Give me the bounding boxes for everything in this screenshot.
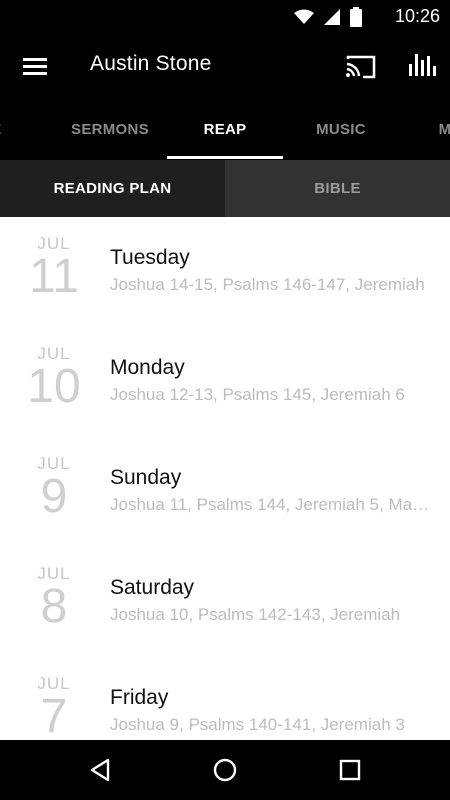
passage-text: Joshua 14-15, Psalms 146-147, Jeremiah: [110, 275, 425, 294]
weekday-label: Sunday: [110, 466, 182, 489]
home-button[interactable]: [208, 754, 242, 786]
list-item[interactable]: JUL 7 Friday Joshua 9, Psalms 140-141, J…: [0, 657, 450, 740]
reading-info: Monday Joshua 12-13, Psalms 145, Jeremia…: [110, 356, 430, 405]
battery-icon: [350, 7, 362, 31]
weekday-label: Tuesday: [110, 246, 190, 269]
recents-square-icon: [333, 759, 367, 790]
tab-music[interactable]: MUSIC: [283, 100, 399, 160]
app-title: Austin Stone: [90, 52, 212, 75]
back-triangle-icon: [83, 758, 117, 790]
reading-plan-tab[interactable]: READING PLAN: [0, 160, 225, 217]
reading-info: Tuesday Joshua 14-15, Psalms 146-147, Je…: [110, 246, 430, 295]
day-number: 7: [40, 690, 68, 741]
day-number: 10: [27, 360, 81, 413]
app-bar: Austin Stone: [0, 32, 450, 100]
passage-text: Joshua 9, Psalms 140-141, Jeremiah 3: [110, 715, 405, 734]
clock: 10:26: [394, 6, 440, 26]
date-block: JUL 7: [18, 675, 90, 741]
list-item[interactable]: JUL 9 Sunday Joshua 11, Psalms 144, Jere…: [0, 437, 450, 548]
passage-text: Joshua 12-13, Psalms 145, Jeremiah 6: [110, 385, 405, 404]
cast-icon: [343, 55, 377, 86]
active-tab-indicator: [167, 156, 283, 159]
weekday-label: Friday: [110, 686, 169, 709]
reading-info: Friday Joshua 9, Psalms 140-141, Jeremia…: [110, 686, 430, 735]
list-item[interactable]: JUL 10 Monday Joshua 12-13, Psalms 145, …: [0, 327, 450, 438]
status-bar: 10:26: [0, 0, 450, 32]
system-nav-bar: [0, 740, 450, 800]
date-block: JUL 11: [18, 235, 90, 301]
date-block: JUL 9: [18, 455, 90, 521]
signal-icon: [324, 9, 340, 29]
weekday-label: Monday: [110, 356, 185, 379]
cast-button[interactable]: [343, 50, 377, 82]
day-number: 9: [40, 470, 68, 523]
hamburger-icon: [18, 58, 52, 86]
reading-info: Saturday Joshua 10, Psalms 142-143, Jere…: [110, 576, 430, 625]
bible-tab[interactable]: BIBLE: [225, 160, 450, 217]
date-block: JUL 8: [18, 565, 90, 631]
day-number: 8: [40, 580, 68, 633]
date-block: JUL 10: [18, 345, 90, 411]
bar-chart-icon: [404, 54, 438, 86]
recents-button[interactable]: [333, 754, 367, 786]
tab-reap[interactable]: REAP: [167, 100, 283, 160]
back-button[interactable]: [83, 754, 117, 786]
menu-button[interactable]: [18, 50, 52, 82]
list-item[interactable]: JUL 8 Saturday Joshua 10, Psalms 142-143…: [0, 547, 450, 658]
passage-text: Joshua 11, Psalms 144, Jeremiah 5, Matth…: [110, 495, 430, 514]
stats-button[interactable]: [404, 50, 438, 82]
tab-bar: ME SERMONS REAP MUSIC M: [0, 100, 450, 160]
day-number: 11: [29, 250, 79, 303]
list-item[interactable]: JUL 11 Tuesday Joshua 14-15, Psalms 146-…: [0, 217, 450, 328]
reading-list: JUL 11 Tuesday Joshua 14-15, Psalms 146-…: [0, 217, 450, 740]
home-circle-icon: [208, 758, 242, 790]
wifi-icon: [294, 9, 314, 29]
status-icons: [294, 7, 362, 31]
screen: 10:26 Austin Stone SERMONS REAP MUSIC M …: [0, 0, 450, 800]
segmented-control: READING PLAN BIBLE: [0, 160, 450, 217]
tab-sermons[interactable]: SERMONS: [52, 100, 168, 160]
weekday-label: Saturday: [110, 576, 195, 599]
reading-info: Sunday Joshua 11, Psalms 144, Jeremiah 5…: [110, 466, 430, 515]
passage-text: Joshua 10, Psalms 142-143, Jeremiah: [110, 605, 401, 624]
tab-home[interactable]: ME: [0, 100, 20, 160]
tab-more[interactable]: M: [425, 100, 450, 160]
